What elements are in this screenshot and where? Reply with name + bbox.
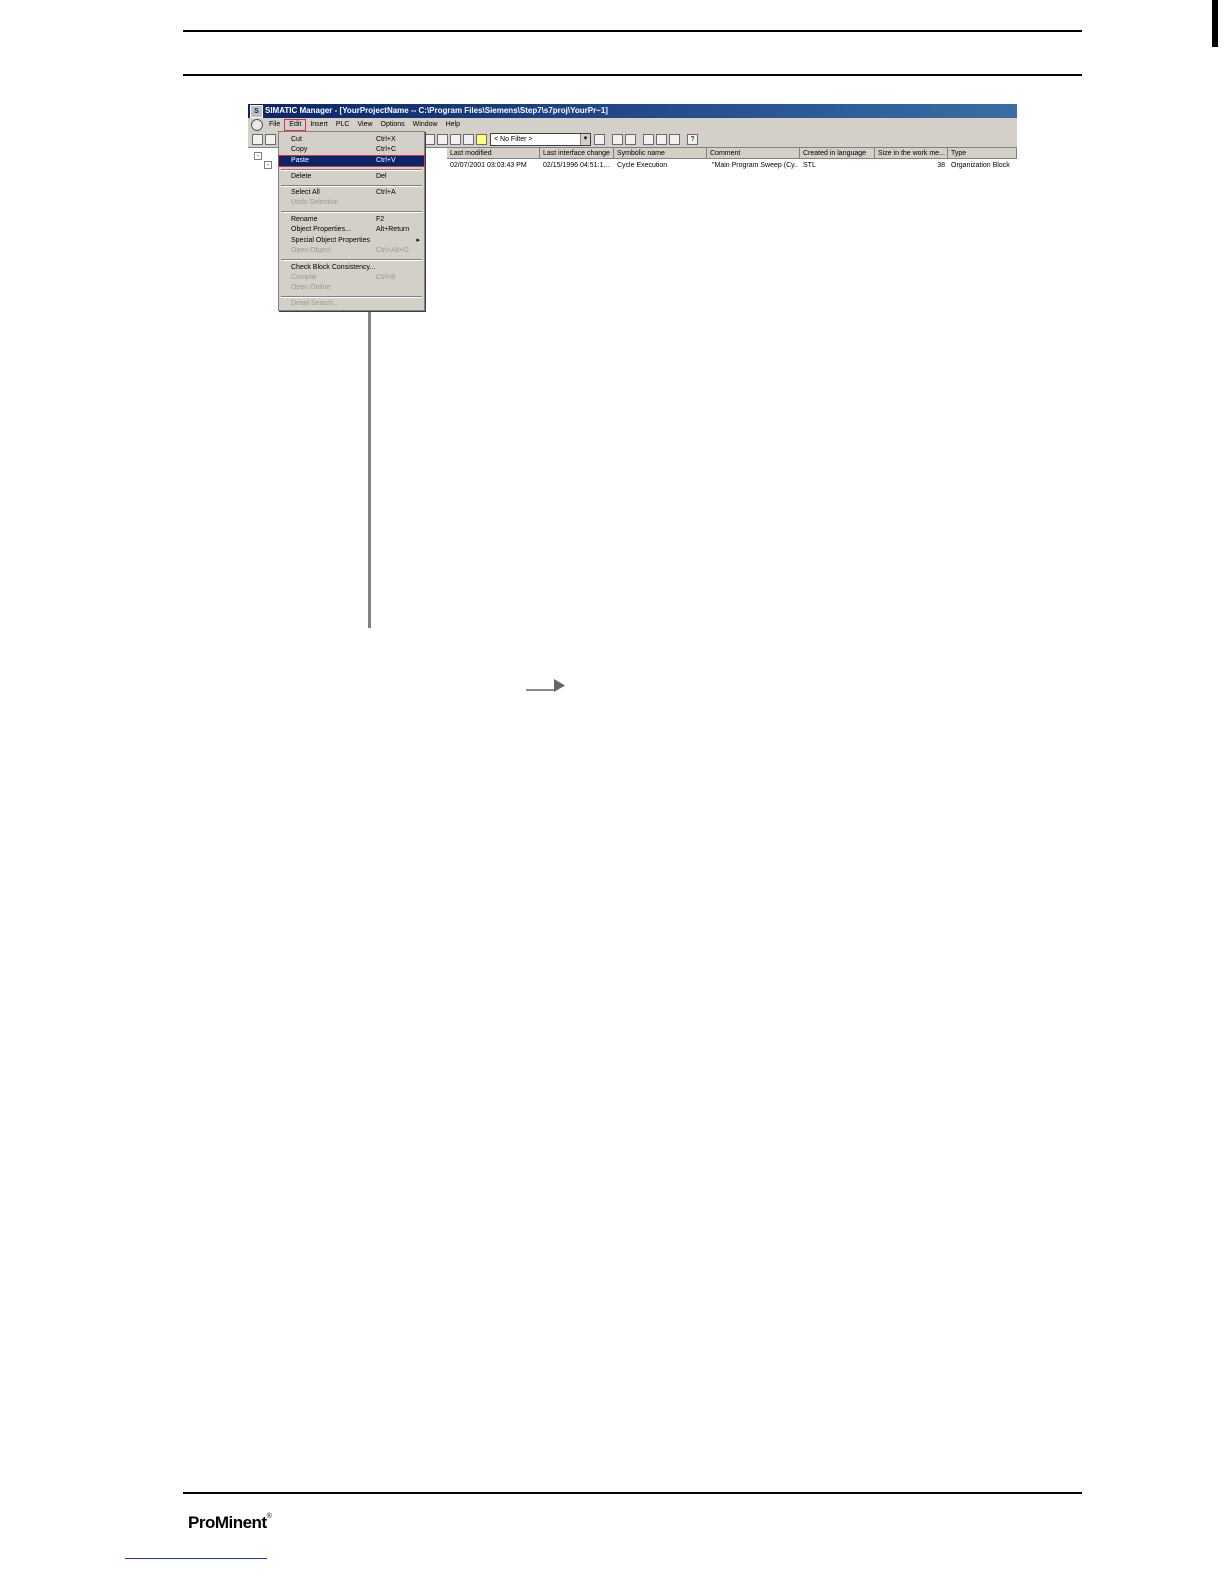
col-symbolic-name[interactable]: Symbolic name: [614, 148, 707, 159]
chevron-down-icon[interactable]: ▼: [580, 133, 590, 145]
footer-rule: [183, 1492, 1082, 1494]
menu-item-detail-search: Detail Search...: [291, 300, 339, 307]
col-last-interface-change[interactable]: Last interface change: [540, 148, 614, 159]
cascade-icon[interactable]: [643, 133, 654, 145]
open-folder-icon[interactable]: [265, 133, 276, 145]
col-last-modified[interactable]: Last modified: [447, 148, 540, 159]
cell-symbolic-name: Cycle Execution: [617, 162, 668, 169]
menu-item-object-properties[interactable]: Object Properties... Alt+Return: [279, 225, 424, 235]
right-arrow-icon: [526, 679, 565, 692]
col-size[interactable]: Size in the work me...: [875, 148, 948, 159]
menu-item-special-object-properties[interactable]: Special Object Properties ▸: [279, 236, 424, 246]
cell-type: Organization Block: [951, 162, 1010, 169]
menu-item-undo-selection: Undo Selection: [291, 199, 339, 206]
menu-separator: [281, 169, 422, 171]
details-icon[interactable]: [437, 133, 448, 145]
menu-edit[interactable]: Edit: [284, 118, 307, 131]
cell-last-interface-change: 02/15/1996 04:51:1...: [543, 162, 610, 169]
menu-item-check-block-consistency[interactable]: Check Block Consistency...: [279, 263, 424, 273]
network-icon[interactable]: [612, 133, 623, 145]
filter-select[interactable]: < No Filter > ▼: [490, 132, 591, 146]
menu-item-compile: Compile Ctrl+B: [291, 274, 396, 281]
filter-icon[interactable]: [594, 133, 605, 145]
project-icon: [251, 118, 263, 131]
col-created-in-language[interactable]: Created in language: [800, 148, 875, 159]
new-file-icon[interactable]: [252, 133, 263, 145]
cell-comment: "Main Program Sweep (Cy...: [712, 162, 798, 169]
menu-item-open-online: Open Online: [291, 284, 331, 291]
columns-icon[interactable]: [463, 133, 474, 145]
col-type[interactable]: Type: [948, 148, 1017, 159]
menu-item-cut[interactable]: Cut Ctrl+X: [279, 135, 424, 145]
tree-collapse-icon[interactable]: -: [254, 152, 262, 160]
menu-help[interactable]: Help: [442, 118, 464, 131]
menu-item-select-all[interactable]: Select All Ctrl+A: [279, 188, 424, 198]
menu-separator: [281, 259, 422, 261]
window-titlebar: S SIMATIC Manager - [YourProjectName -- …: [248, 104, 1017, 118]
simulate-icon[interactable]: [625, 133, 636, 145]
cell-last-modified: 02/07/2001 03:03:43 PM: [450, 162, 527, 169]
menu-item-open-object: Open Object Ctrl+Alt+O: [291, 247, 409, 254]
col-comment[interactable]: Comment: [707, 148, 800, 159]
tree-collapse-icon[interactable]: -: [264, 161, 272, 169]
grid-icon[interactable]: [450, 133, 461, 145]
submenu-arrow-icon: ▸: [416, 237, 420, 244]
up-level-icon[interactable]: [476, 133, 487, 145]
prominent-logo: ProMinent®: [188, 1513, 272, 1532]
menu-item-rename[interactable]: Rename F2: [279, 215, 424, 225]
menu-view[interactable]: View: [353, 118, 376, 131]
menu-file[interactable]: File: [265, 118, 284, 131]
page-edge-bar: [1212, 0, 1218, 47]
help-icon[interactable]: ?: [687, 133, 698, 145]
list-icon[interactable]: [424, 133, 435, 145]
menu-item-paste[interactable]: Paste Ctrl+V: [278, 155, 425, 167]
edit-menu-dropdown: Cut Ctrl+X Copy Ctrl+C Paste Ctrl+V Delete D…: [278, 131, 425, 311]
menu-separator: [281, 296, 422, 298]
menu-separator: [281, 185, 422, 187]
menu-item-delete[interactable]: Delete Del: [279, 172, 424, 182]
footer-link-underline[interactable]: [125, 1558, 267, 1559]
tile-vertical-icon[interactable]: [669, 133, 680, 145]
menu-window[interactable]: Window: [409, 118, 442, 131]
cell-language: STL: [803, 162, 816, 169]
header-rule-top: [183, 30, 1082, 32]
menu-options[interactable]: Options: [377, 118, 409, 131]
menu-insert[interactable]: Insert: [306, 118, 332, 131]
header-rule-bottom: [183, 74, 1082, 76]
tile-horizontal-icon[interactable]: [656, 133, 667, 145]
cell-size: 38: [937, 162, 945, 169]
menu-separator: [281, 211, 422, 213]
menu-plc[interactable]: PLC: [332, 118, 354, 131]
simatic-manager-window: S SIMATIC Manager - [YourProjectName -- …: [248, 104, 1017, 628]
simatic-app-icon: S: [250, 104, 263, 118]
window-title: SIMATIC Manager - [YourProjectName -- C:…: [265, 106, 608, 115]
menubar: File Edit Insert PLC View Options Window…: [248, 118, 1017, 131]
menu-item-copy[interactable]: Copy Ctrl+C: [279, 145, 424, 155]
